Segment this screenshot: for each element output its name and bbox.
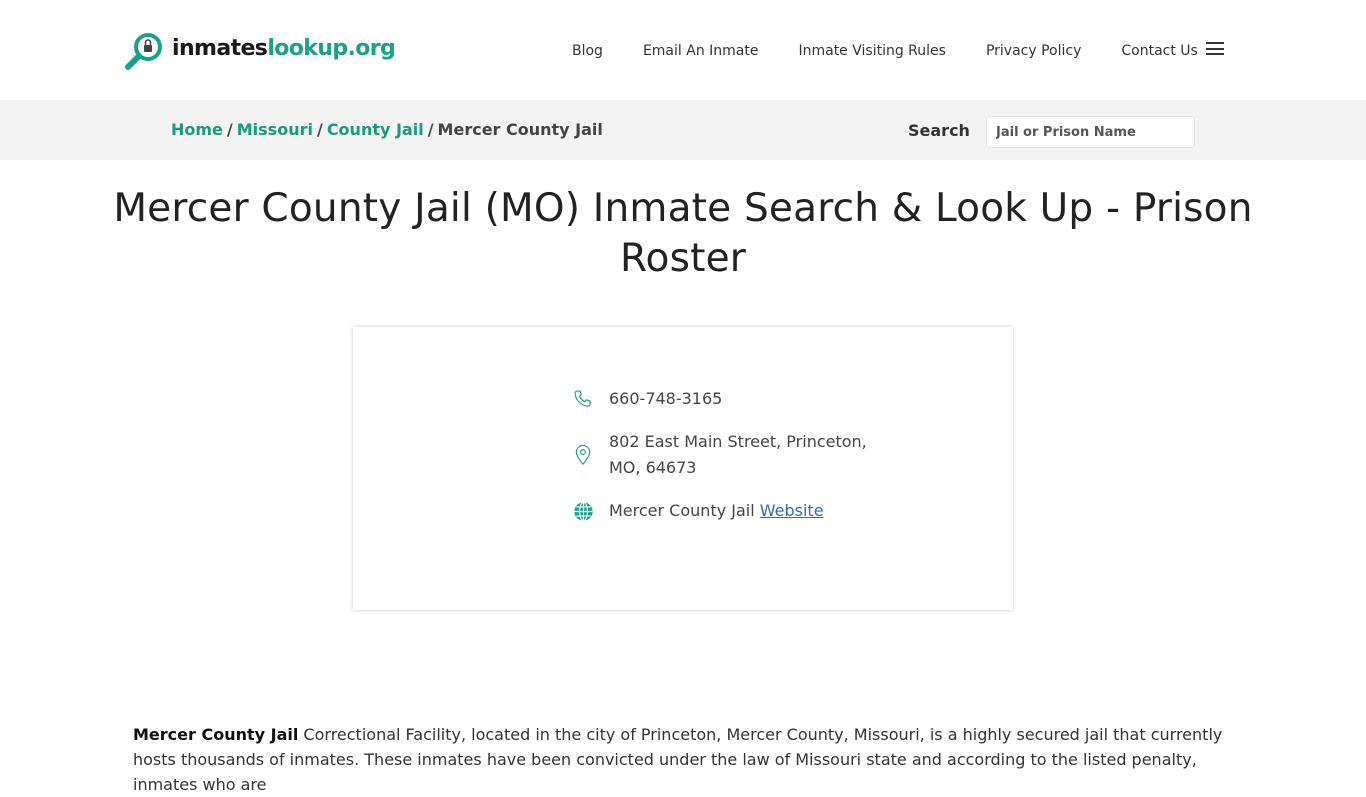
breadcrumb-current: Mercer County Jail — [437, 120, 603, 139]
breadcrumb-home[interactable]: Home — [171, 120, 223, 139]
logo-text: inmateslookup.org — [172, 36, 396, 61]
breadcrumb-type[interactable]: County Jail — [327, 120, 424, 139]
nav-email-an-inmate[interactable]: Email An Inmate — [623, 43, 779, 59]
intro-bold: Mercer County Jail — [133, 725, 299, 744]
page-title: Mercer County Jail (MO) Inmate Search & … — [113, 186, 1253, 281]
magnifier-lock-icon — [125, 33, 162, 70]
website-link[interactable]: Website — [760, 501, 824, 520]
site-header: inmateslookup.org Blog Email An Inmate I… — [0, 0, 1366, 100]
nav-privacy-policy[interactable]: Privacy Policy — [966, 43, 1101, 59]
search-input[interactable] — [986, 116, 1195, 148]
globe-icon — [573, 498, 609, 524]
phone-row: 660-748-3165 — [573, 386, 899, 412]
nav-blog[interactable]: Blog — [552, 43, 623, 59]
intro-paragraph: Mercer County Jail Correctional Facility… — [133, 722, 1233, 797]
website-text: Mercer County Jail Website — [609, 498, 899, 524]
site-logo[interactable]: inmateslookup.org — [124, 30, 396, 72]
breadcrumb-separator: / — [427, 120, 434, 139]
location-pin-icon — [573, 429, 609, 481]
nav-inmate-visiting-rules[interactable]: Inmate Visiting Rules — [778, 43, 965, 59]
phone-icon — [573, 386, 609, 412]
hamburger-menu-icon[interactable] — [1206, 42, 1224, 58]
website-prefix: Mercer County Jail — [609, 501, 755, 520]
contact-card: 660-748-3165 802 East Main Street, Princ… — [353, 327, 1013, 610]
phone-number: 660-748-3165 — [609, 389, 723, 408]
breadcrumb-bar: Home / Missouri / County Jail / Mercer County … — [0, 100, 1366, 160]
breadcrumb-state[interactable]: Missouri — [237, 120, 313, 139]
main-nav: Blog Email An Inmate Inmate Visiting Rul… — [552, 38, 1218, 64]
website-row: Mercer County Jail Website — [573, 498, 899, 524]
search-label: Search — [908, 121, 970, 140]
breadcrumb-separator: / — [226, 120, 233, 139]
nav-contact-us[interactable]: Contact Us — [1101, 43, 1217, 59]
breadcrumb: Home / Missouri / County Jail / Mercer County … — [171, 120, 603, 139]
address: 802 East Main Street, Princeton, MO, 646… — [609, 432, 867, 477]
breadcrumb-separator: / — [316, 120, 323, 139]
address-row: 802 East Main Street, Princeton, MO, 646… — [573, 429, 899, 481]
